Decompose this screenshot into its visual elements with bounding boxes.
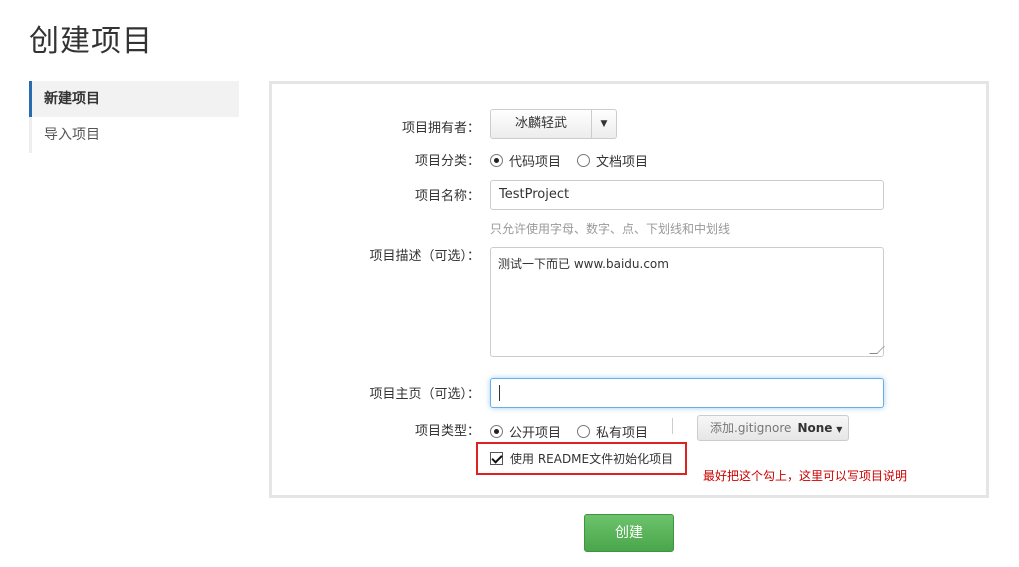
visibility-label: 项目类型：: [414, 424, 480, 439]
category-option-doc[interactable]: 文档项目: [577, 151, 648, 170]
homepage-label: 项目主页（可选）：: [369, 387, 480, 402]
chevron-down-icon[interactable]: ▼: [592, 110, 616, 138]
owner-select-value: 冰麟轻武: [491, 110, 592, 138]
caret-down-icon: ▼: [836, 425, 843, 434]
gitignore-value: None: [797, 421, 833, 435]
project-homepage-input[interactable]: [490, 378, 884, 408]
category-option-doc-label: 文档项目: [596, 155, 649, 170]
radio-code-project[interactable]: [490, 154, 503, 167]
category-option-code-label: 代码项目: [509, 155, 562, 170]
project-description-textarea[interactable]: 测试一下而已 www.baidu.com: [490, 247, 885, 357]
category-label: 项目分类：: [414, 154, 480, 169]
project-name-hint: 只允许使用字母、数字、点、下划线和中划线: [490, 222, 731, 236]
sidebar-item-new-project[interactable]: 新建项目: [29, 81, 239, 117]
visibility-option-private[interactable]: 私有项目: [577, 422, 648, 441]
readme-annotation: 最好把这个勾上，这里可以写项目说明: [703, 469, 908, 483]
readme-checkbox-label: 使用 README文件初始化项目: [510, 452, 674, 466]
readme-checkbox[interactable]: [490, 452, 503, 465]
visibility-radio-group: 公开项目 私有项目: [490, 422, 664, 441]
radio-public-project[interactable]: [490, 425, 503, 438]
gitignore-label: 添加.gitignore: [710, 421, 792, 435]
create-project-form: 项目拥有者： 冰麟轻武 ▼ 项目分类： 代码项目 文档项目 项目名称： Test…: [269, 81, 989, 498]
owner-label: 项目拥有者：: [401, 121, 480, 136]
visibility-option-public-label: 公开项目: [509, 426, 562, 441]
sidebar: 新建项目 导入项目: [29, 81, 239, 153]
divider: [672, 418, 673, 434]
category-radio-group: 代码项目 文档项目: [490, 151, 664, 170]
project-description-value: 测试一下而已 www.baidu.com: [498, 257, 669, 271]
name-label: 项目名称：: [414, 189, 480, 204]
category-option-code[interactable]: 代码项目: [490, 151, 561, 170]
text-cursor: [499, 384, 500, 401]
visibility-option-public[interactable]: 公开项目: [490, 422, 561, 441]
resize-grip-icon[interactable]: [869, 346, 885, 354]
create-button[interactable]: 创建: [584, 514, 674, 552]
page-title: 创建项目: [29, 24, 153, 59]
gitignore-dropdown-button[interactable]: 添加.gitignore None ▼: [697, 415, 849, 441]
radio-doc-project[interactable]: [577, 154, 591, 167]
visibility-option-private-label: 私有项目: [596, 426, 649, 441]
readme-highlight-box: 使用 README文件初始化项目: [476, 442, 687, 475]
radio-private-project[interactable]: [577, 425, 591, 438]
owner-select[interactable]: 冰麟轻武 ▼: [490, 109, 617, 139]
description-label: 项目描述（可选）：: [369, 249, 480, 264]
project-name-input[interactable]: TestProject: [490, 180, 884, 210]
sidebar-item-import-project[interactable]: 导入项目: [29, 117, 239, 153]
